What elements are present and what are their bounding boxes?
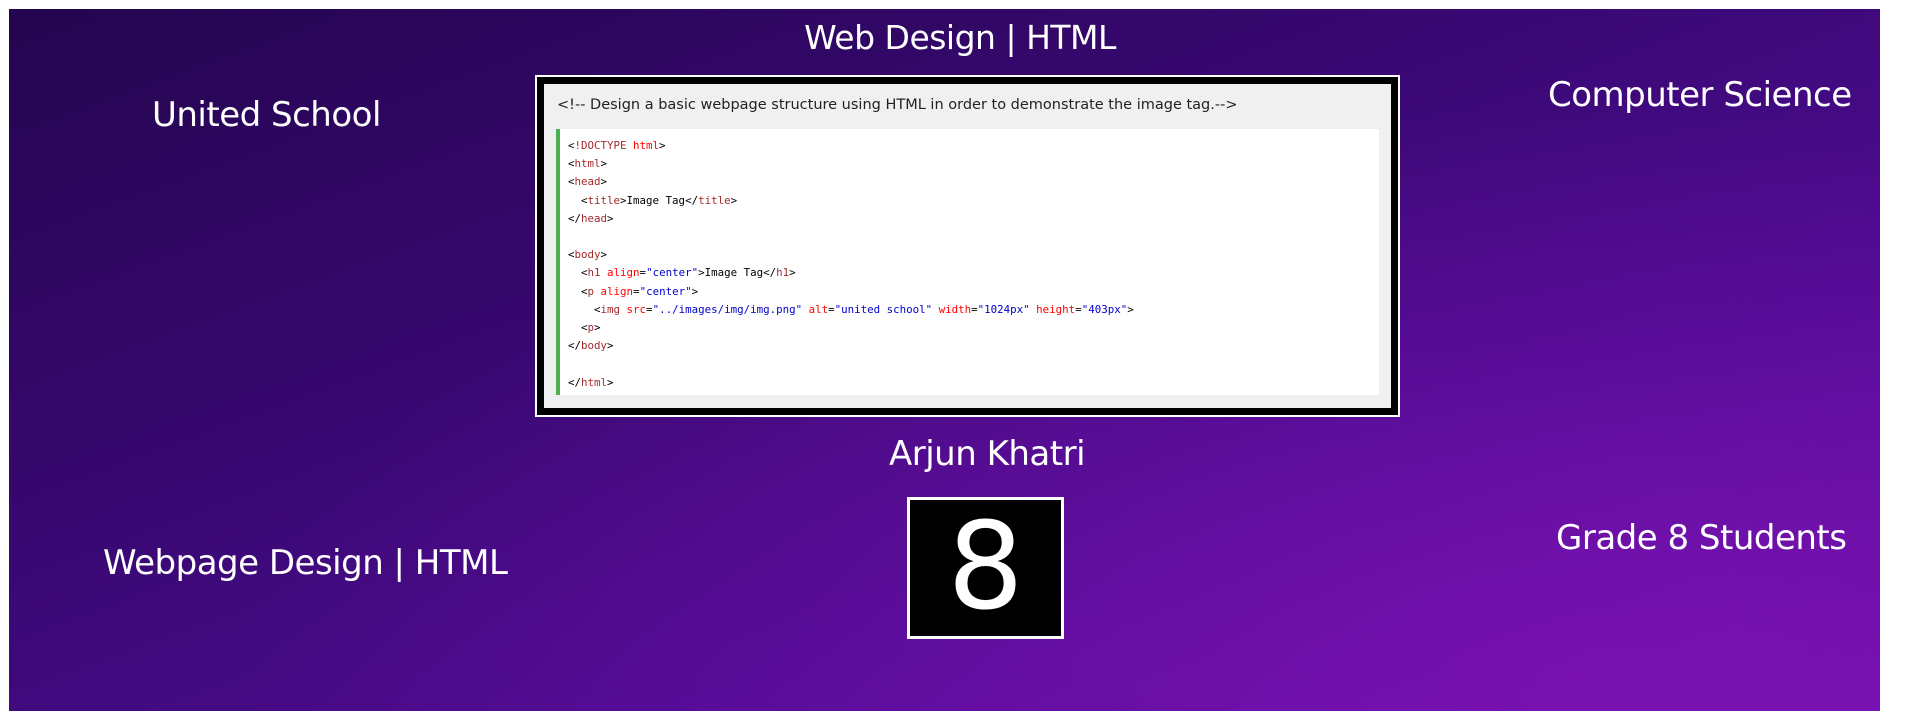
code-comment: <!-- Design a basic webpage structure us… (557, 97, 1238, 113)
grade-badge: 8 (907, 497, 1064, 639)
code-block: <!DOCTYPE html> <html> <head> <title>Ima… (556, 129, 1379, 395)
author-name: Arjun Khatri (888, 434, 1086, 474)
slide-title: Web Design | HTML (804, 18, 1116, 57)
code-listing: <!DOCTYPE html> <html> <head> <title>Ima… (568, 139, 1134, 389)
audience-label: Grade 8 Students (1556, 518, 1847, 558)
code-panel: <!-- Design a basic webpage structure us… (544, 84, 1391, 408)
topic-label: Webpage Design | HTML (103, 543, 508, 583)
school-name: United School (152, 95, 381, 135)
subject-name: Computer Science (1548, 75, 1852, 115)
code-screenshot-frame: <!-- Design a basic webpage structure us… (535, 75, 1400, 417)
